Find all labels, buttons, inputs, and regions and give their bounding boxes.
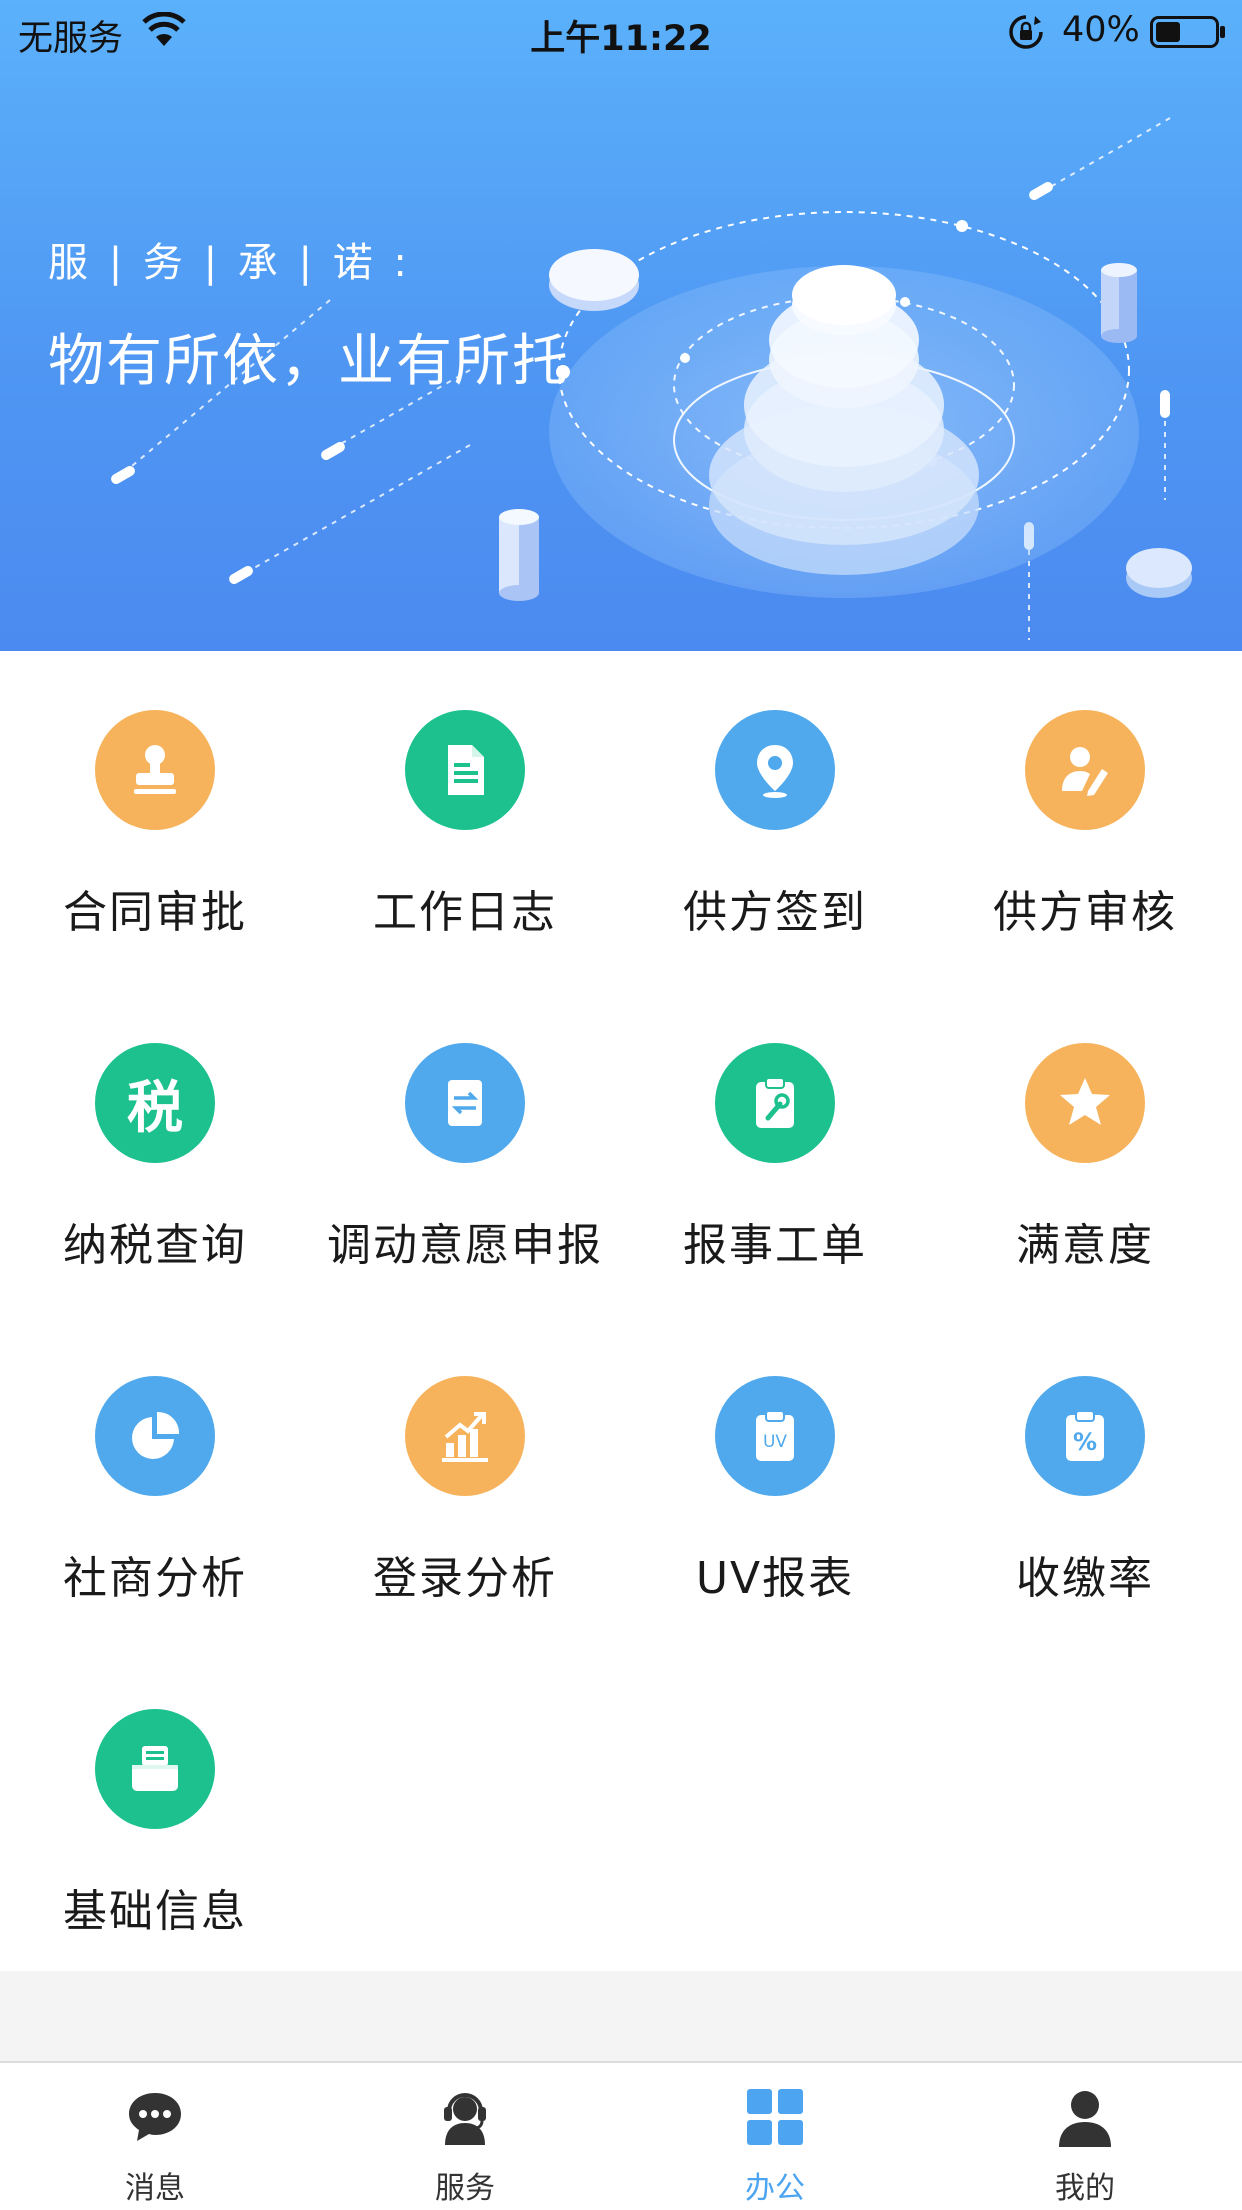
tile-uv-report[interactable]: UV UV报表 [620,1317,930,1617]
tab-messages[interactable]: 消息 [0,2063,310,2210]
stamp-icon [95,710,215,830]
chat-bubble-icon [129,2093,181,2141]
tile-collection-rate[interactable]: % 收缴率 [930,1317,1240,1617]
battery-percent: 40% [1062,10,1140,50]
transfer-doc-icon [405,1043,525,1163]
tile-login-analysis[interactable]: 登录分析 [310,1317,620,1617]
document-icon [405,710,525,830]
tile-label: 供方审核 [993,887,1177,938]
battery-icon [1150,16,1225,48]
percent-clipboard-icon: % [1025,1376,1145,1496]
status-bar: 无服务 上午11:22 40% [0,0,1242,62]
tile-label: 调动意愿申报 [327,1220,603,1271]
banner: 无服务 上午11:22 40% 服 | 务 | 承 | 诺 : 物有所依，业有所… [0,0,1242,651]
percent-glyph: % [1073,1428,1097,1456]
uv-clipboard-icon: UV [715,1376,835,1496]
tab-label: 我的 [1055,2171,1115,2206]
tile-commerce-analysis[interactable]: 社商分析 [0,1317,310,1617]
clock: 上午11:22 [530,19,712,59]
tile-label: UV报表 [695,1553,855,1604]
clipboard-wrench-icon [715,1043,835,1163]
tile-work-order[interactable]: 报事工单 [620,984,930,1284]
tile-label: 合同审批 [63,887,247,938]
tab-label: 服务 [435,2171,495,2206]
tile-label: 纳税查询 [63,1220,247,1271]
tile-contract-approval[interactable]: 合同审批 [0,651,310,951]
tab-mine[interactable]: 我的 [930,2063,1240,2210]
tile-label: 基础信息 [63,1886,247,1937]
tax-icon: 税 [95,1043,215,1163]
tab-label: 办公 [745,2171,805,2206]
tile-label: 供方签到 [683,887,867,938]
tile-label: 工作日志 [373,887,557,938]
user-edit-icon [1025,710,1145,830]
uv-glyph: UV [763,1432,787,1452]
tile-transfer-declaration[interactable]: 调动意愿申报 [310,984,620,1284]
tile-supplier-checkin[interactable]: 供方签到 [620,651,930,951]
printer-icon [95,1709,215,1829]
tile-supplier-review[interactable]: 供方审核 [930,651,1240,951]
tile-tax-query[interactable]: 税 纳税查询 [0,984,310,1284]
tab-bar: 消息 服务 办公 我的 [0,2061,1242,2210]
tile-label: 登录分析 [373,1553,557,1604]
location-pin-icon [715,710,835,830]
tile-label: 满意度 [1016,1220,1154,1271]
tile-work-log[interactable]: 工作日志 [310,651,620,951]
grid-icon [747,2089,803,2145]
tile-satisfaction[interactable]: 满意度 [930,984,1240,1284]
rotation-lock-icon [1009,15,1043,49]
tile-label: 报事工单 [683,1220,867,1271]
person-icon [1059,2091,1111,2147]
bar-chart-icon [405,1376,525,1496]
tab-label: 消息 [125,2171,185,2206]
tile-label: 社商分析 [63,1553,247,1604]
tile-label: 收缴率 [1016,1553,1154,1604]
banner-slogan: 物有所依，业有所托 [48,329,570,394]
banner-label: 服 | 务 | 承 | 诺 : [48,240,411,286]
feature-grid: 合同审批 工作日志 供方签到 供方审核 税 纳税查询 调动意愿申报 报事工单 满… [0,651,1242,1971]
tax-glyph: 税 [127,1075,183,1141]
tab-service[interactable]: 服务 [310,2063,620,2210]
tile-basic-info[interactable]: 基础信息 [0,1650,310,1950]
tab-office[interactable]: 办公 [620,2063,930,2210]
headset-icon [444,2093,486,2145]
pie-chart-icon [95,1376,215,1496]
star-icon [1025,1043,1145,1163]
